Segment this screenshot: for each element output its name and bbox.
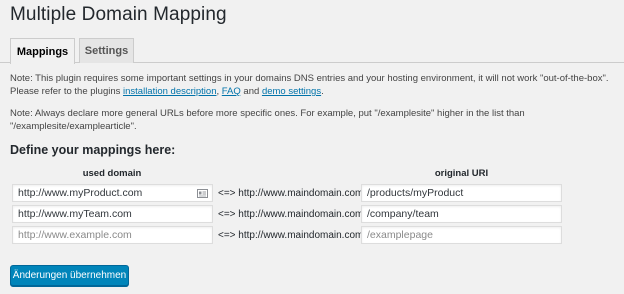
dns-note-text: Note: This plugin requires some importan…: [10, 73, 609, 84]
tab-bar: Mappings Settings: [0, 38, 624, 64]
note-period: .: [321, 86, 324, 97]
uri-input-new[interactable]: /examplepage: [361, 226, 562, 244]
original-uri-header: original URI: [434, 168, 489, 179]
main-domain-label-1: <=> http://www.maindomain.com: [218, 187, 364, 199]
main-domain-label-3: <=> http://www.maindomain.com: [218, 229, 364, 241]
faq-link[interactable]: FAQ: [222, 86, 241, 97]
uri-input-2[interactable]: /company/team: [361, 205, 562, 223]
page-title: Multiple Domain Mapping: [10, 4, 227, 25]
tab-settings[interactable]: Settings: [79, 38, 134, 63]
used-domain-header: used domain: [82, 168, 142, 179]
uri-input-1[interactable]: /products/myProduct: [361, 184, 562, 202]
separator-and: and: [240, 86, 262, 97]
dns-note-refer: Please refer to the plugins: [10, 86, 124, 97]
installation-description-link[interactable]: installation description: [123, 86, 216, 97]
main-domain-label-2: <=> http://www.maindomain.com: [218, 208, 364, 220]
contact-card-icon[interactable]: [197, 189, 208, 198]
tab-mappings[interactable]: Mappings: [10, 38, 75, 64]
dns-note: Note: This plugin requires some importan…: [10, 72, 618, 98]
save-changes-button[interactable]: Änderungen übernehmen: [10, 265, 129, 286]
settings-page: Multiple Domain Mapping Mappings Setting…: [0, 0, 624, 294]
domain-input-2[interactable]: http://www.myTeam.com: [12, 205, 213, 223]
demo-settings-link[interactable]: demo settings: [262, 86, 321, 97]
order-note: Note: Always declare more general URLs b…: [10, 108, 525, 132]
mappings-heading: Define your mappings here:: [10, 143, 176, 157]
domain-input-new[interactable]: http://www.example.com: [12, 226, 213, 244]
domain-input-1-value: http://www.myProduct.com: [18, 187, 143, 199]
domain-input-1[interactable]: http://www.myProduct.com: [12, 184, 213, 202]
